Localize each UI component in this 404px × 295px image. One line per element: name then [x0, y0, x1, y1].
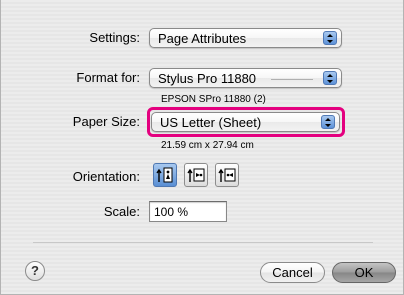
scale-input[interactable]: [149, 201, 227, 222]
printer-subtitle: EPSON SPro 11880 (2): [161, 94, 266, 105]
paper-size-value: US Letter (Sheet): [160, 115, 262, 130]
paper-dimensions: 21.59 cm x 27.94 cm: [161, 140, 254, 151]
orientation-landscape-right-button[interactable]: [215, 163, 239, 187]
scale-label: Scale:: [103, 204, 140, 219]
ok-button[interactable]: OK: [332, 262, 396, 283]
settings-label: Settings:: [89, 30, 140, 45]
portrait-orientation-icon: [156, 167, 173, 183]
landscape-left-orientation-icon: [187, 168, 205, 182]
popup-arrows-icon: [321, 115, 335, 129]
popup-inline-divider: [271, 79, 313, 80]
format-for-value: Stylus Pro 11880: [158, 71, 257, 86]
landscape-right-orientation-icon: [218, 168, 236, 182]
paper-size-label: Paper Size:: [72, 114, 140, 129]
cancel-button[interactable]: Cancel: [260, 262, 325, 283]
format-for-label: Format for:: [76, 70, 140, 85]
settings-value: Page Attributes: [158, 31, 247, 46]
dialog-divider: [33, 242, 373, 243]
orientation-portrait-button[interactable]: [153, 163, 177, 187]
orientation-label: Orientation:: [72, 169, 140, 184]
popup-arrows-icon: [323, 31, 337, 45]
orientation-landscape-left-button[interactable]: [184, 163, 208, 187]
page-setup-dialog: Settings: Page Attributes Format for: St…: [0, 0, 404, 295]
paper-size-popup[interactable]: US Letter (Sheet): [151, 112, 340, 132]
format-for-popup[interactable]: Stylus Pro 11880: [149, 68, 342, 88]
help-button[interactable]: ?: [25, 261, 45, 281]
popup-arrows-icon: [323, 71, 337, 85]
settings-popup[interactable]: Page Attributes: [149, 28, 342, 48]
